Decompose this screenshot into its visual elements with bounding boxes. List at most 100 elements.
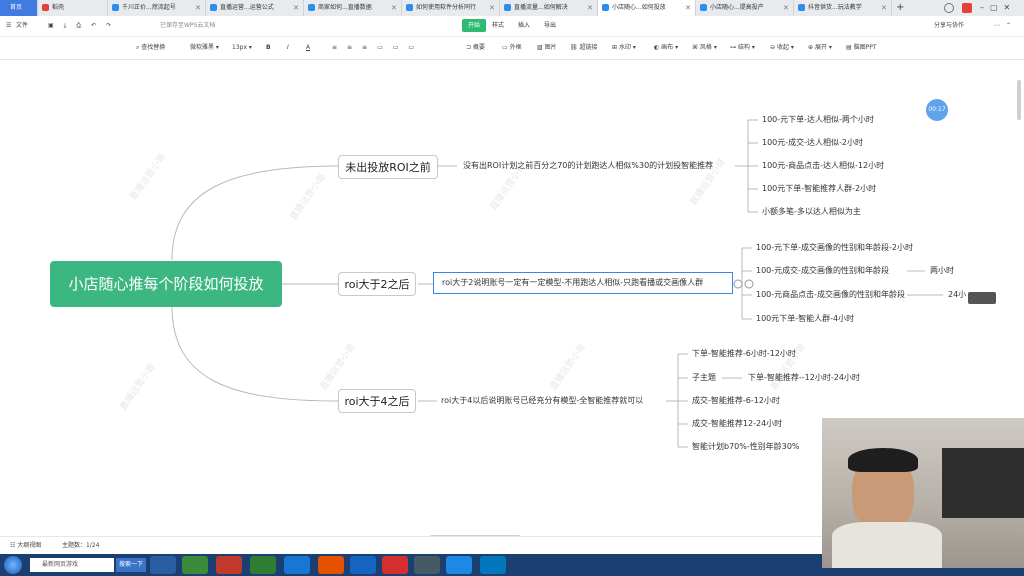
search-input[interactable]: 最新网页游戏: [30, 558, 114, 572]
close-icon[interactable]: ✕: [881, 0, 887, 16]
chrome-icon[interactable]: [250, 556, 276, 574]
tab-label: 直播运营...运营公式: [220, 4, 274, 11]
subtopic-tail[interactable]: 两小时: [930, 265, 954, 277]
start-button[interactable]: [4, 556, 22, 574]
topic-roi-4[interactable]: roi大于4之后: [338, 389, 416, 413]
webcam-overlay: [822, 418, 1024, 568]
profile-icon[interactable]: [962, 3, 972, 13]
subtopic[interactable]: 成交-智能推荐-6-12小时: [692, 395, 780, 407]
tab-export[interactable]: 导出: [538, 19, 562, 32]
tab-start[interactable]: 开始: [462, 19, 487, 32]
subtopic[interactable]: 100元-成交-达人相似-2小时: [762, 137, 863, 149]
find-replace-button[interactable]: ⌕ 查找替换: [136, 37, 165, 59]
subtopic[interactable]: 100元下单-智能推荐人群-2小时: [762, 183, 876, 195]
font-family-select[interactable]: 微软雅黑 ▾: [190, 37, 219, 59]
close-icon[interactable]: ✕: [391, 0, 397, 16]
taskbar-app-icon[interactable]: [480, 556, 506, 574]
collapse-toggle[interactable]: [744, 279, 754, 289]
tab-doc-5[interactable]: 直播流量...如何解决 ✕: [500, 0, 598, 16]
watermark-button[interactable]: ⊞ 水印 ▾: [612, 37, 636, 59]
subtopic-tail[interactable]: 24小: [948, 289, 966, 301]
taskbar-app-icon[interactable]: [350, 556, 376, 574]
selected-topic-desc[interactable]: roi大于2说明账号一定有一定模型-不用跑达人相似-只跑看播或交画像人群: [433, 272, 733, 294]
style-button[interactable]: ⌘ 风格 ▾: [692, 37, 717, 59]
avatar-icon[interactable]: [944, 3, 954, 13]
structure-button[interactable]: ⊶ 结构 ▾: [730, 37, 755, 59]
tab-doc-7[interactable]: 小店随心...提高投产 ✕: [696, 0, 794, 16]
tab-doc-2[interactable]: 直播运营...运营公式 ✕: [206, 0, 304, 16]
tab-style[interactable]: 样式: [486, 19, 510, 32]
tab-doc-3[interactable]: 商家如何...直播数据 ✕: [304, 0, 402, 16]
close-icon[interactable]: ✕: [489, 0, 495, 16]
file-menu[interactable]: 文件: [16, 16, 28, 36]
floating-widget[interactable]: [968, 292, 996, 304]
tab-doc-4[interactable]: 如何使用软件分析同行 ✕: [402, 0, 500, 16]
subtopic-tail[interactable]: 下单-智能推荐--12小时-24小时: [748, 372, 860, 384]
expand-button[interactable]: ⊕ 展开 ▾: [808, 37, 832, 59]
subtopic[interactable]: 100-元成交-成交画像的性别和年龄段: [756, 265, 889, 277]
italic-button[interactable]: I: [287, 37, 289, 59]
subtopic[interactable]: 100元下单-智能人群-4小时: [756, 313, 854, 325]
summary-button[interactable]: ⊐ 概要: [466, 37, 485, 59]
menu-bar: ☰ 文件 ▣⤓⎙↶↷ 已保存至WPS云文档 开始 样式 插入 导出 分享与协作 …: [0, 16, 1024, 37]
docer-icon: [42, 4, 49, 11]
frame-button[interactable]: ▭ 外框: [502, 37, 522, 59]
tab-label: 直播流量...如何解决: [514, 4, 568, 11]
tab-label: 稻壳: [52, 4, 65, 11]
close-icon[interactable]: ✕: [195, 0, 201, 16]
close-icon[interactable]: ✕: [783, 0, 789, 16]
wps-icon[interactable]: [382, 556, 408, 574]
bold-button[interactable]: B: [266, 37, 271, 59]
close-icon[interactable]: ✕: [293, 0, 299, 16]
subtopic[interactable]: 智能计划b70%-性别年龄30%: [692, 441, 800, 453]
align-buttons[interactable]: ≡≡≡▭▭▭: [332, 37, 424, 59]
topic-before-roi[interactable]: 未出投放ROI之前: [338, 155, 438, 179]
search-button[interactable]: 搜索一下: [116, 558, 146, 572]
collapse-button[interactable]: ⊖ 收起 ▾: [770, 37, 794, 59]
tab-home[interactable]: 首页: [0, 0, 38, 16]
expand-label: 展开: [814, 44, 827, 51]
hyperlink-button[interactable]: ⛓ 超链接: [570, 37, 598, 59]
subtopic[interactable]: 小额多笔-多以达人相似为主: [762, 206, 861, 218]
subtopic[interactable]: 成交-智能推荐12-24小时: [692, 418, 782, 430]
menu-icon[interactable]: ☰: [6, 16, 11, 36]
more-icons[interactable]: ⋯⌃: [994, 16, 1017, 36]
browser-tab-bar: 首页 稻壳 千川正价...然流起号 ✕ 直播运营...运营公式 ✕ 商家如何...直…: [0, 0, 1024, 16]
topic-roi-2[interactable]: roi大于2之后: [338, 272, 416, 296]
tab-doc-1[interactable]: 千川正价...然流起号 ✕: [108, 0, 206, 16]
taskbar-app-icon[interactable]: [150, 556, 176, 574]
subtopic[interactable]: 子主题: [692, 372, 716, 384]
root-topic[interactable]: 小店随心推每个阶段如何投放: [50, 261, 282, 307]
collapse-toggle[interactable]: [733, 279, 743, 289]
taskbar-app-icon[interactable]: [284, 556, 310, 574]
subtopic[interactable]: 100-元下单-成交画像的性别和年龄段-2小时: [756, 242, 913, 254]
taskbar-app-icon[interactable]: [182, 556, 208, 574]
subtopic[interactable]: 100-元商品点击-成交画像的性别和年龄段: [756, 289, 905, 301]
firefox-icon[interactable]: [318, 556, 344, 574]
new-tab-button[interactable]: +: [896, 0, 904, 16]
close-icon[interactable]: ✕: [587, 0, 593, 16]
mindmap-ppt-button[interactable]: ▤ 脑图PPT: [846, 37, 876, 59]
vertical-scrollbar[interactable]: [1017, 80, 1021, 120]
tab-doc-active[interactable]: 小店随心...如何投放 ✕: [598, 0, 696, 16]
taskbar-app-icon[interactable]: [446, 556, 472, 574]
topic-desc[interactable]: 没有出ROI计划之前百分之70的计划跑达人相似%30的计划投智能推荐: [463, 160, 713, 172]
topic-desc[interactable]: roi大于4以后说明账号已经充分有模型-全智能推荐就可以: [441, 395, 643, 407]
share-button[interactable]: 分享与协作: [934, 16, 964, 36]
subtopic[interactable]: 100元-商品点击-达人相似-12小时: [762, 160, 884, 172]
tab-insert[interactable]: 插入: [512, 19, 536, 32]
subtopic[interactable]: 100-元下单-达人相似-两个小时: [762, 114, 874, 126]
subtopic[interactable]: 下单-智能推荐-6小时-12小时: [692, 348, 796, 360]
taskbar-app-icon[interactable]: [216, 556, 242, 574]
tab-doc-8[interactable]: 抖音供货...玩法教学 ✕: [794, 0, 892, 16]
font-size-select[interactable]: 13px ▾: [232, 37, 252, 59]
window-controls[interactable]: –▢✕: [980, 0, 1016, 16]
close-icon[interactable]: ✕: [685, 0, 691, 16]
taskbar-app-icon[interactable]: [414, 556, 440, 574]
canvas-button[interactable]: ◐ 画布 ▾: [654, 37, 678, 59]
image-button[interactable]: ▧ 图片: [537, 37, 557, 59]
outline-view-button[interactable]: ☷ 大纲视图: [10, 537, 41, 555]
quick-actions-icons[interactable]: ▣⤓⎙↶↷: [48, 16, 121, 36]
tab-docer[interactable]: 稻壳: [38, 0, 108, 16]
font-color-button[interactable]: A: [306, 37, 310, 59]
